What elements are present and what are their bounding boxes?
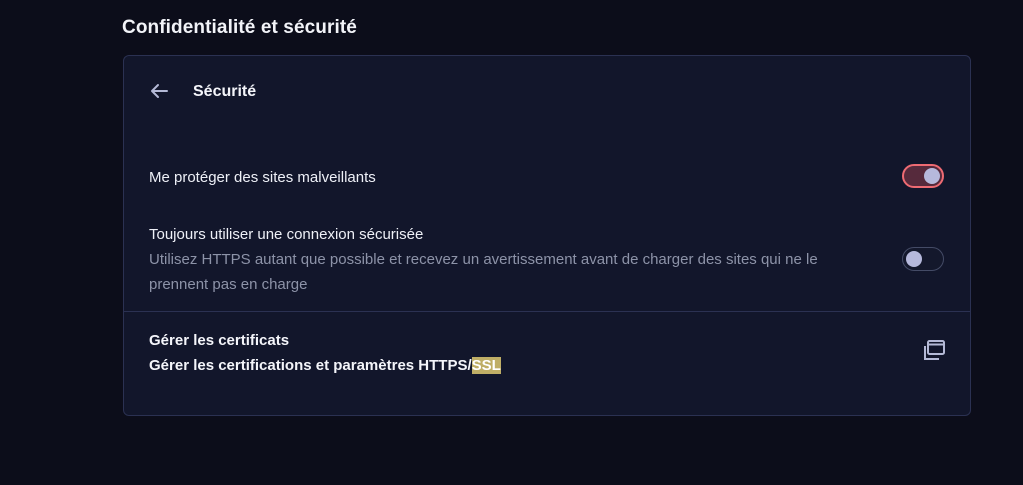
security-card: Sécurité Me protéger des sites malveilla… — [123, 55, 971, 416]
setting-label: Me protéger des sites malveillants — [149, 169, 376, 186]
setting-row-secure-connection: Toujours utiliser une connexion sécurisé… — [124, 216, 970, 296]
certificates-description: Gérer les certifications et paramètres H… — [149, 357, 501, 374]
toggle-knob — [906, 251, 922, 267]
toggle-knob — [924, 168, 940, 184]
card-title: Sécurité — [193, 83, 257, 100]
section-title: Confidentialité et sécurité — [122, 17, 357, 38]
arrow-left-icon — [149, 83, 169, 104]
card-header: Sécurité — [124, 56, 970, 130]
settings-page: Confidentialité et sécurité Sécurité Me … — [0, 0, 1023, 485]
setting-label: Toujours utiliser une connexion sécurisé… — [149, 226, 424, 243]
back-button[interactable] — [144, 78, 174, 108]
highlighted-text: SSL — [471, 357, 501, 374]
setting-row-malicious-sites: Me protéger des sites malveillants — [124, 156, 970, 200]
setting-description: Utilisez HTTPS autant que possible et re… — [149, 251, 818, 293]
certificates-description-text: Gérer les certifications et paramètres H… — [149, 357, 472, 374]
secure-connection-toggle[interactable] — [902, 247, 944, 271]
open-certificates-button[interactable] — [920, 339, 948, 367]
open-external-window-icon — [921, 339, 947, 368]
certificates-title: Gérer les certificats — [149, 332, 290, 349]
manage-certificates-row[interactable]: Gérer les certificats Gérer les certific… — [124, 312, 970, 416]
malicious-sites-toggle[interactable] — [902, 164, 944, 188]
